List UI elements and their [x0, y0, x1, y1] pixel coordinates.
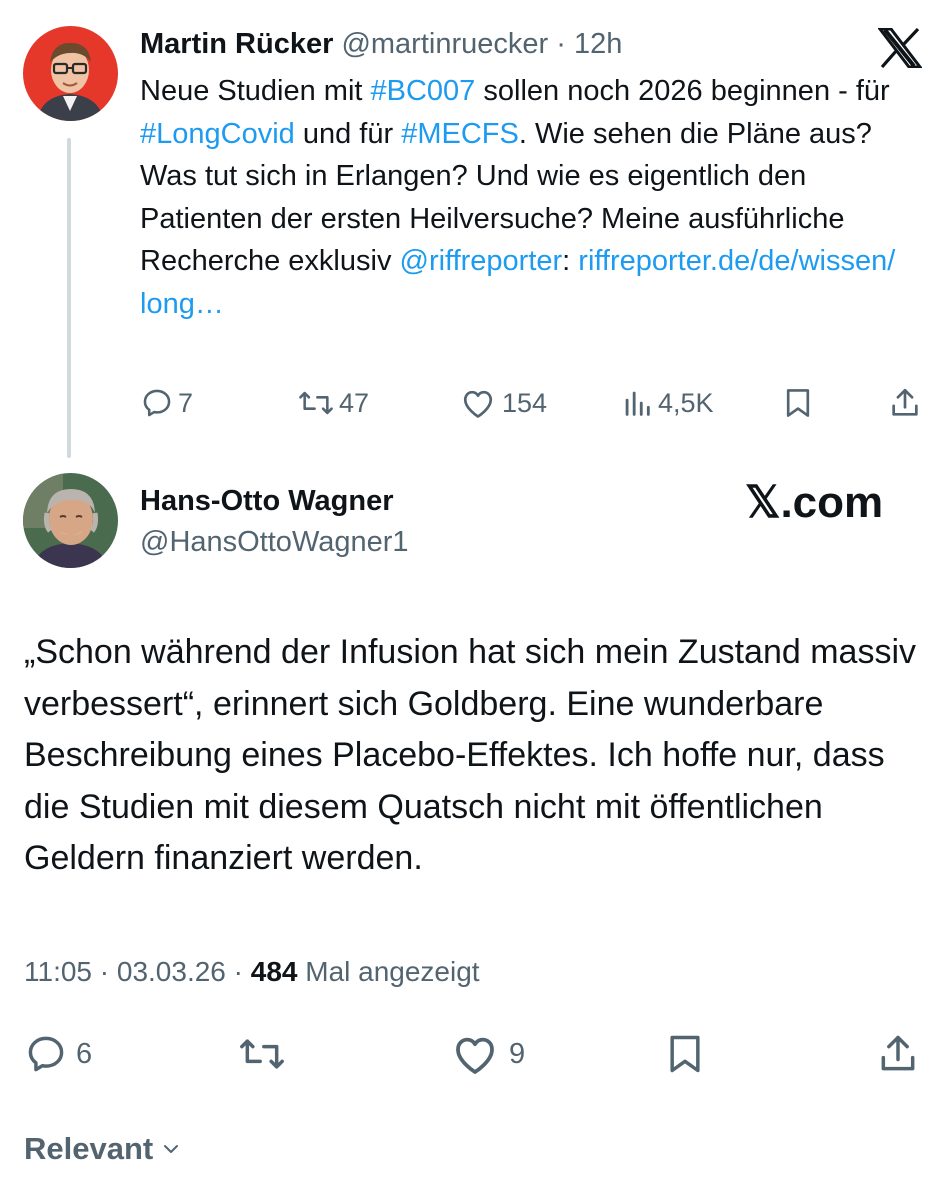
tweet2-meta: 11:05 · 03.03.26 · 484 Mal angezeigt: [24, 954, 480, 990]
avatar-hans-otto-image: [23, 473, 118, 568]
avatar-hans-otto[interactable]: [23, 473, 118, 568]
tweet2-handle[interactable]: @HansOttoWagner1: [140, 524, 409, 560]
x-com-brand: 𝕏.com: [745, 478, 884, 527]
sort-label: Relevant: [24, 1131, 154, 1166]
tweet2-view-label: Mal angezeigt: [297, 956, 480, 987]
tweet1-text-part: :: [562, 245, 579, 277]
repost-icon: [240, 1039, 284, 1069]
tweet2-like-button[interactable]: 9: [451, 1032, 525, 1076]
chevron-down-icon: [164, 1145, 179, 1153]
tweet1-views-button[interactable]: 4,5K: [622, 382, 714, 424]
tweet2-bookmark-button[interactable]: [666, 1032, 704, 1076]
views-icon: [625, 391, 650, 416]
tweet1-reply-button[interactable]: 7: [140, 382, 193, 424]
hashtag-longcovid[interactable]: #LongCovid: [140, 118, 295, 150]
reply-icon: [28, 1036, 64, 1072]
tweet2-share-button[interactable]: [876, 1032, 920, 1076]
share-icon: [892, 388, 918, 416]
tweet1-text-part: und für: [294, 117, 402, 150]
bookmark-icon: [786, 389, 810, 417]
tweet1-time[interactable]: · 12h: [556, 28, 622, 60]
tweet2-like-count: 9: [509, 1037, 526, 1070]
share-icon: [881, 1035, 915, 1071]
tweet1-repost-count: 47: [339, 387, 370, 418]
tweet1-reply-count: 7: [178, 387, 194, 418]
avatar-martin[interactable]: [23, 26, 118, 121]
tweet2-author-name[interactable]: Hans-Otto Wagner: [140, 483, 393, 519]
tweet1-text: Neue Studien mit #BC007 sollen noch 2026…: [140, 70, 930, 325]
mention-riffreporter[interactable]: @riffreporter: [400, 245, 563, 277]
tweet1-like-count: 154: [502, 387, 548, 418]
tweet2-reply-count: 6: [76, 1037, 93, 1070]
tweet1-bookmark-button[interactable]: [784, 382, 812, 424]
hashtag-mecfs[interactable]: #MECFS: [401, 118, 519, 150]
tweet2-timestamp[interactable]: 11:05 · 03.03.26 ·: [24, 956, 251, 987]
like-icon: [463, 390, 493, 418]
tweet1-share-button[interactable]: [889, 382, 921, 424]
tweet1-repost-button[interactable]: 47: [297, 382, 369, 424]
repost-icon: [299, 391, 333, 415]
tweet2-repost-button[interactable]: [236, 1032, 288, 1076]
tweet1-text-part: sollen noch 2026 beginnen - für: [475, 75, 890, 107]
tweet1-header: Martin Rücker @martinruecker · 12h: [140, 26, 622, 62]
tweet1-author-name[interactable]: Martin Rücker: [140, 28, 333, 60]
tweet2-text: „Schon während der Infusion hat sich mei…: [24, 633, 917, 877]
tweet2-reply-button[interactable]: 6: [24, 1032, 92, 1076]
like-icon: [456, 1037, 494, 1074]
tweet1-view-count: 4,5K: [658, 387, 714, 418]
sort-dropdown[interactable]: Relevant: [24, 1131, 183, 1167]
reply-icon: [143, 389, 171, 417]
x-logo-icon[interactable]: [876, 27, 924, 73]
hashtag-bc007[interactable]: #BC007: [371, 75, 476, 107]
tweet1-text-part: Neue Studien mit: [140, 75, 371, 107]
tweet2-view-count: 484: [250, 956, 298, 987]
avatar-martin-image: [23, 26, 118, 121]
thread-line: [67, 138, 71, 458]
tweet1-like-button[interactable]: 154: [460, 382, 547, 424]
bookmark-icon: [670, 1035, 700, 1073]
tweet1-handle[interactable]: @martinruecker: [341, 28, 548, 60]
